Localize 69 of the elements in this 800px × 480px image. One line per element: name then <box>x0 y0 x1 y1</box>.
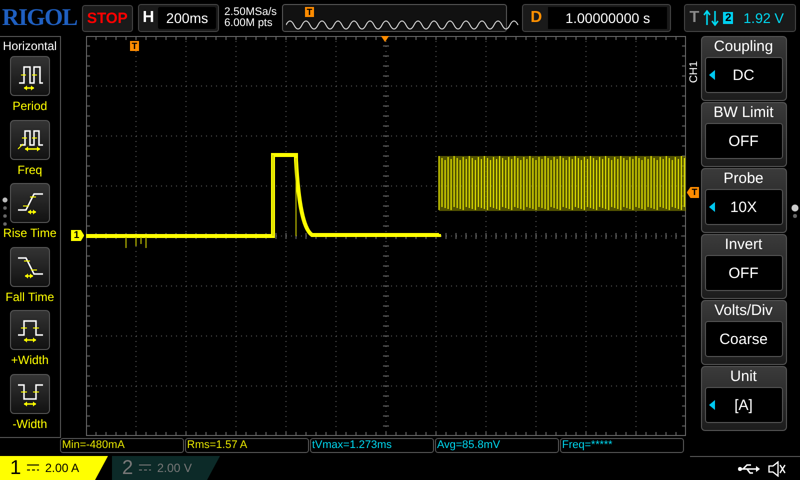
channel-number: 2 <box>122 456 134 480</box>
measurement-readout: tVmax=1.273ms <box>310 438 434 453</box>
measurement-readout: Freq=***** <box>560 438 684 453</box>
softkey-value: DC <box>732 66 754 84</box>
measure-button[interactable] <box>10 120 50 160</box>
softkey-value: OFF <box>728 132 758 150</box>
measure-label: Fall Time <box>6 290 54 304</box>
menu-softkey[interactable]: Coupling DC <box>700 36 786 101</box>
sample-rate: 2.50MSa/s <box>224 7 277 18</box>
menu-softkey[interactable]: Probe 10X <box>700 168 786 233</box>
timebase-value: 200ms <box>158 7 216 29</box>
menu-softkey[interactable]: Invert OFF <box>700 234 786 299</box>
softkey-title: Coupling <box>714 37 774 57</box>
channel-label: CH1 <box>688 61 700 83</box>
channel-scale: 2.00 A <box>45 461 80 475</box>
trigger-panel[interactable]: T 2 1.92 V <box>684 4 796 32</box>
measure-button[interactable] <box>10 56 50 96</box>
page-dots-icon <box>791 204 799 220</box>
measure-label: -Width <box>12 416 48 430</box>
menu-title: Horizontal <box>2 38 57 55</box>
overview-wave-icon <box>286 20 520 30</box>
dc-coupling-icon <box>139 464 152 472</box>
timebase-panel[interactable]: H 200ms <box>138 4 220 32</box>
channel-marker[interactable]: 1 <box>70 230 84 241</box>
trigger-marker: T <box>304 7 314 17</box>
measure-button[interactable] <box>10 374 50 414</box>
softkey-value: [A] <box>734 396 753 414</box>
speaker-mute-icon <box>768 460 786 476</box>
trigger-position-marker[interactable]: T <box>130 41 140 51</box>
trigger-level: 1.92 V <box>743 10 784 26</box>
logo: RIGOL <box>2 4 78 32</box>
measurement-readout: Avg=85.8mV <box>435 438 559 453</box>
run-stop-status[interactable]: STOP <box>82 4 133 32</box>
measure-label: +Width <box>11 353 49 367</box>
timebase-label: H <box>142 9 154 27</box>
softkey-title: Probe <box>723 169 764 189</box>
menu-softkey[interactable]: BW Limit OFF <box>700 102 786 167</box>
dc-coupling-icon <box>27 464 40 472</box>
channel-scale: 2.00 V <box>157 461 192 475</box>
delay-label: D <box>529 9 542 27</box>
softkey-value: Coarse <box>719 330 768 348</box>
trigger-source: 2 <box>723 12 734 24</box>
measure-label: Freq <box>18 162 42 176</box>
menu-softkey[interactable]: Unit [A] <box>700 366 786 431</box>
channel-tab[interactable]: 1 2.00 A <box>0 456 108 480</box>
softkey-title: Invert <box>724 235 762 255</box>
softkey-value: 10X <box>730 198 757 216</box>
measure-label: Rise Time <box>3 226 57 240</box>
page-dots-icon <box>2 197 8 227</box>
measurement-readout: Min=-480mA <box>60 438 184 453</box>
measure-button[interactable] <box>10 310 50 350</box>
delay-value: 1.00000000 s <box>548 7 668 29</box>
measure-label: Period <box>12 99 48 113</box>
delay-panel[interactable]: D 1.00000000 s <box>522 4 672 32</box>
measure-button[interactable] <box>10 183 50 223</box>
measurement-readout: Rms=1.57 A <box>185 438 309 453</box>
edge-icon <box>703 10 720 26</box>
softkey-title: BW Limit <box>714 103 774 123</box>
softkey-title: Volts/Div <box>714 301 773 321</box>
position-marker-icon <box>380 36 389 42</box>
trigger-label: T <box>689 9 700 27</box>
menu-softkey[interactable]: Volts/Div Coarse <box>700 300 786 365</box>
trigger-level-marker[interactable]: T <box>686 187 700 198</box>
channel-number: 1 <box>10 456 22 480</box>
usb-icon <box>738 462 760 474</box>
measure-button[interactable] <box>10 246 50 286</box>
softkey-value: OFF <box>728 264 758 282</box>
softkey-title: Unit <box>730 367 757 387</box>
memory-depth: 6.00M pts <box>224 18 274 29</box>
